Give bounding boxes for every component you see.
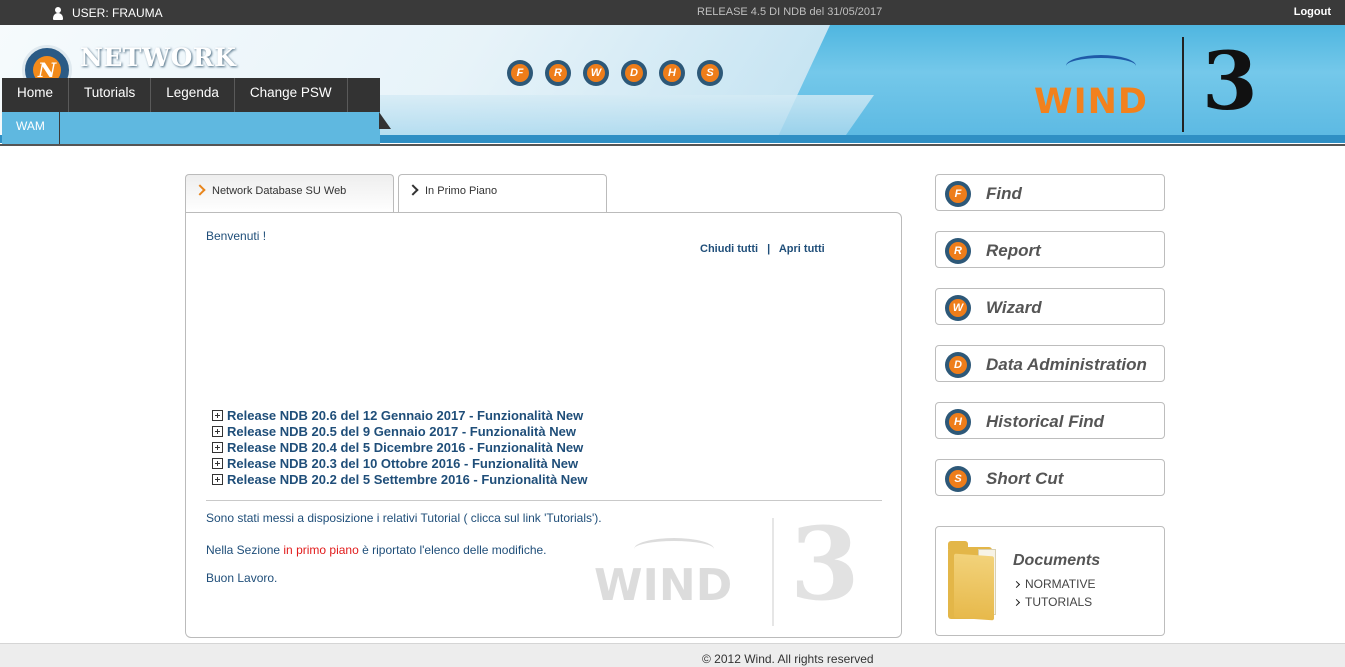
content-panel: Benvenuti ! Chiudi tutti | Apri tutti Re… bbox=[185, 212, 902, 638]
tab-label: In Primo Piano bbox=[425, 185, 498, 197]
tutorial-note: Sono stati messi a disposizione i relati… bbox=[206, 511, 602, 525]
wind-three-watermark: WIND 3 bbox=[594, 514, 884, 626]
report-shortcut-icon[interactable]: R bbox=[545, 60, 571, 86]
top-bar: USER: FRAUMA RELEASE 4.5 DI NDB del 31/0… bbox=[0, 0, 1345, 25]
data-administration-button[interactable]: D Data Administration bbox=[935, 345, 1165, 382]
wind-three-logo: WIND 3 bbox=[1030, 37, 1290, 133]
watermark-arc-icon bbox=[634, 538, 714, 560]
tutorials-link[interactable]: TUTORIALS bbox=[1012, 595, 1093, 609]
historical-shortcut-icon[interactable]: H bbox=[659, 60, 685, 86]
watermark-three: 3 bbox=[790, 505, 860, 623]
normative-link[interactable]: NORMATIVE bbox=[1012, 577, 1096, 591]
nav-home[interactable]: Home bbox=[2, 78, 70, 112]
chevron-right-icon bbox=[407, 184, 419, 196]
chevron-right-icon bbox=[1012, 580, 1021, 588]
expand-toggles: Chiudi tutti | Apri tutti bbox=[700, 243, 825, 255]
user-label: USER: FRAUMA bbox=[72, 6, 163, 20]
plus-box-icon[interactable] bbox=[212, 474, 223, 486]
plus-box-icon[interactable] bbox=[212, 425, 223, 437]
plus-box-icon[interactable] bbox=[212, 441, 223, 453]
find-button[interactable]: F Find bbox=[935, 174, 1165, 211]
toggle-separator: | bbox=[767, 243, 771, 255]
sub-nav: WAM bbox=[2, 112, 380, 144]
folder-icon bbox=[948, 541, 998, 621]
logo-divider bbox=[1182, 37, 1184, 132]
normative-label: NORMATIVE bbox=[1025, 577, 1096, 591]
close-all-link[interactable]: Chiudi tutti bbox=[700, 243, 758, 255]
report-icon: R bbox=[945, 238, 971, 264]
shortcut-shortcut-icon[interactable]: S bbox=[697, 60, 723, 86]
release-item[interactable]: Release NDB 20.2 del 5 Settembre 2016 - … bbox=[212, 472, 588, 488]
release-label: Release NDB 20.4 del 5 Dicembre 2016 - F… bbox=[227, 439, 584, 455]
find-shortcut-icon[interactable]: F bbox=[507, 60, 533, 86]
nav-legenda[interactable]: Legenda bbox=[151, 78, 235, 112]
logout-link[interactable]: Logout bbox=[1294, 6, 1331, 18]
wind-arc-icon bbox=[1066, 55, 1136, 77]
brand-name: NETWORK bbox=[80, 43, 237, 72]
chevron-right-icon bbox=[1012, 598, 1021, 606]
release-label: Release NDB 20.2 del 5 Settembre 2016 - … bbox=[227, 472, 588, 488]
tutorials-label: TUTORIALS bbox=[1025, 595, 1093, 609]
note-text: Nella Sezione bbox=[206, 543, 284, 557]
chevron-right-icon bbox=[194, 184, 206, 196]
open-all-link[interactable]: Apri tutti bbox=[779, 243, 825, 255]
subnav-wam[interactable]: WAM bbox=[2, 112, 60, 144]
copyright: © 2012 Wind. All rights reserved bbox=[702, 652, 874, 666]
quick-icons: F R W D H S bbox=[507, 60, 723, 86]
data-admin-shortcut-icon[interactable]: D bbox=[621, 60, 647, 86]
plus-box-icon[interactable] bbox=[212, 409, 223, 421]
highlight-text: in primo piano bbox=[283, 543, 359, 557]
short-cut-label: Short Cut bbox=[986, 469, 1064, 488]
historical-find-button[interactable]: H Historical Find bbox=[935, 402, 1165, 439]
data-administration-icon: D bbox=[945, 352, 971, 378]
wizard-label: Wizard bbox=[986, 298, 1042, 317]
find-icon: F bbox=[945, 181, 971, 207]
user-info: USER: FRAUMA bbox=[52, 6, 163, 20]
short-cut-icon: S bbox=[945, 466, 971, 492]
short-cut-button[interactable]: S Short Cut bbox=[935, 459, 1165, 496]
report-label: Report bbox=[986, 241, 1041, 260]
release-label: Release NDB 20.6 del 12 Gennaio 2017 - F… bbox=[227, 407, 584, 423]
release-list: Release NDB 20.6 del 12 Gennaio 2017 - F… bbox=[212, 407, 588, 488]
release-item[interactable]: Release NDB 20.4 del 5 Dicembre 2016 - F… bbox=[212, 439, 588, 455]
divider bbox=[206, 500, 882, 501]
user-icon bbox=[52, 6, 64, 20]
three-logo-text: 3 bbox=[1202, 34, 1258, 128]
wizard-button[interactable]: W Wizard bbox=[935, 288, 1165, 325]
historical-find-icon: H bbox=[945, 409, 971, 435]
wind-logo-text: WIND bbox=[1034, 82, 1148, 122]
watermark-wind: WIND bbox=[594, 560, 733, 611]
primo-piano-note: Nella Sezione in primo piano è riportato… bbox=[206, 543, 547, 557]
report-button[interactable]: R Report bbox=[935, 231, 1165, 268]
historical-find-label: Historical Find bbox=[986, 412, 1105, 431]
wizard-shortcut-icon[interactable]: W bbox=[583, 60, 609, 86]
release-label: RELEASE 4.5 DI NDB del 31/05/2017 bbox=[697, 6, 883, 18]
tab-network-database[interactable]: Network Database SU Web bbox=[185, 174, 394, 213]
side-menu: F Find R Report W Wizard D Data Administ… bbox=[935, 174, 1165, 516]
release-label: Release NDB 20.5 del 9 Gennaio 2017 - Fu… bbox=[227, 423, 576, 439]
documents-title: Documents bbox=[1013, 552, 1101, 569]
closing-text: Buon Lavoro. bbox=[206, 571, 278, 585]
plus-box-icon[interactable] bbox=[212, 458, 223, 470]
content-tabs: Network Database SU Web In Primo Piano bbox=[185, 174, 607, 214]
find-label: Find bbox=[986, 184, 1022, 203]
nav-change-psw[interactable]: Change PSW bbox=[235, 78, 348, 112]
note-text: è riportato l'elenco delle modifiche. bbox=[358, 543, 547, 557]
welcome-text: Benvenuti ! bbox=[206, 229, 267, 243]
tab-in-primo-piano[interactable]: In Primo Piano bbox=[398, 174, 607, 214]
nav-tutorials[interactable]: Tutorials bbox=[69, 78, 152, 112]
tab-label: Network Database SU Web bbox=[212, 185, 347, 197]
release-item[interactable]: Release NDB 20.6 del 12 Gennaio 2017 - F… bbox=[212, 407, 588, 423]
header-divider bbox=[0, 144, 1345, 146]
wizard-icon: W bbox=[945, 295, 971, 321]
main-nav: Home Tutorials Legenda Change PSW bbox=[2, 78, 380, 112]
release-label: Release NDB 20.3 del 10 Ottobre 2016 - F… bbox=[227, 456, 579, 472]
data-administration-label: Data Administration bbox=[986, 355, 1147, 374]
release-item[interactable]: Release NDB 20.5 del 9 Gennaio 2017 - Fu… bbox=[212, 423, 588, 439]
release-item[interactable]: Release NDB 20.3 del 10 Ottobre 2016 - F… bbox=[212, 456, 588, 472]
watermark-divider bbox=[772, 518, 774, 626]
footer: © 2012 Wind. All rights reserved bbox=[0, 643, 1345, 667]
documents-box: Documents NORMATIVE TUTORIALS bbox=[935, 526, 1165, 636]
